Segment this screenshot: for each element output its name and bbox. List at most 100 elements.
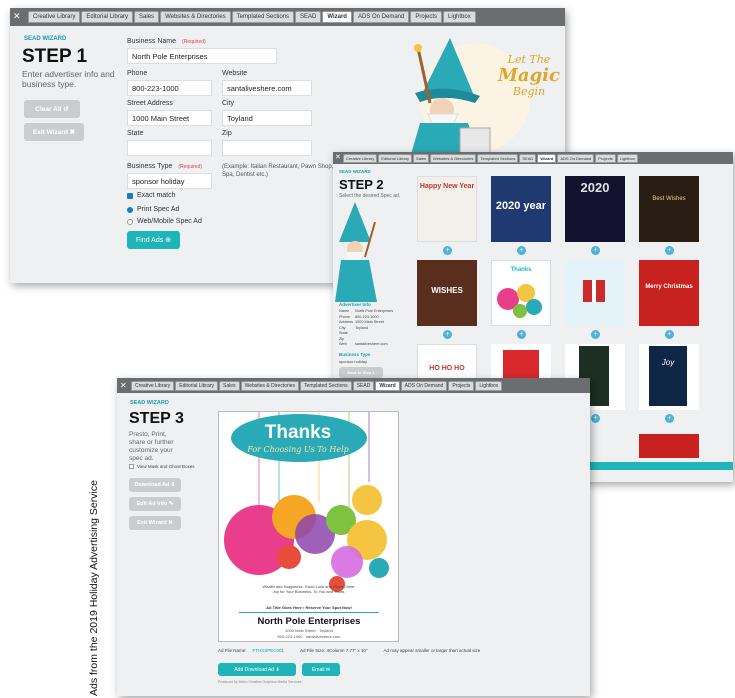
- ad-file-name-label: Ad File Name:: [218, 648, 247, 653]
- tab-sead[interactable]: SEAD: [352, 380, 375, 391]
- spec-ad-tile[interactable]: Thanks: [491, 260, 551, 326]
- state-label: State: [127, 130, 144, 137]
- zip-label: Zip: [222, 130, 232, 137]
- edit-ad-info-button[interactable]: Edit Ad Info ✎: [129, 497, 181, 511]
- web-spec-option[interactable]: Web/Mobile Spec Ad: [127, 218, 202, 225]
- advertiser-info-heading: Advertiser Info: [339, 302, 371, 307]
- tab-ads-on-demand[interactable]: ADS On Demand: [557, 153, 595, 163]
- tab-projects[interactable]: Projects: [410, 11, 443, 23]
- spec-ad-tile[interactable]: Happy New Year: [417, 176, 477, 242]
- city-field[interactable]: Toyland: [222, 110, 312, 126]
- exact-match-option[interactable]: Exact match: [127, 192, 176, 199]
- tab-websites-directories[interactable]: Websites & Directories: [160, 11, 231, 23]
- tab-lightbox[interactable]: Lightbox: [616, 153, 638, 163]
- add-tile-icon[interactable]: +: [591, 330, 600, 339]
- step-title: STEP 1: [22, 46, 88, 67]
- exit-wizard-button[interactable]: Exit Wizard ✖: [129, 516, 181, 530]
- find-ads-button[interactable]: Find Ads ⊕: [127, 231, 180, 249]
- flyer-script: For Choosing Us To Help: [247, 445, 349, 454]
- tab-sales[interactable]: Sales: [134, 11, 160, 23]
- add-tile-icon[interactable]: +: [665, 246, 674, 255]
- wizard-label: SEAD WIZARD: [130, 400, 169, 406]
- required-marker: (Required): [178, 164, 203, 170]
- zip-field[interactable]: [222, 140, 312, 156]
- clear-all-button[interactable]: Clear All ↺: [24, 100, 80, 118]
- spec-ad-tile[interactable]: Best Wishes: [639, 176, 699, 242]
- tab-creative-library[interactable]: Creative Library: [131, 380, 175, 391]
- checkbox-icon[interactable]: [127, 192, 133, 199]
- spec-ad-tile[interactable]: [639, 434, 699, 458]
- back-to-step1-button[interactable]: Back to Step 1: [339, 367, 383, 378]
- spec-ad-tile[interactable]: 2020 year: [491, 176, 551, 242]
- wizard-label: SEAD WIZARD: [339, 169, 371, 174]
- tab-sales[interactable]: Sales: [219, 380, 240, 391]
- step-help-text: Enter advertiser info and business type.: [22, 69, 115, 89]
- tab-lightbox[interactable]: Lightbox: [443, 11, 476, 23]
- tab-wizard[interactable]: Wizard: [537, 153, 557, 163]
- spec-ad-tile[interactable]: 2020: [565, 176, 625, 242]
- business-type-label: Business Type (Required): [127, 163, 202, 170]
- radio-icon[interactable]: [127, 218, 133, 225]
- ad-size-note: Ad may appear smaller or larger than act…: [383, 648, 481, 653]
- view-mask-option[interactable]: View Mask and Ghost Boxes: [129, 464, 194, 469]
- tab-lightbox[interactable]: Lightbox: [475, 380, 503, 391]
- tab-websites-directories[interactable]: Websites & Directories: [430, 153, 477, 163]
- email-button[interactable]: Email ✉: [302, 663, 340, 676]
- tab-ads-on-demand[interactable]: ADS On Demand: [352, 11, 410, 23]
- tab-editorial-library[interactable]: Editorial Library: [378, 153, 413, 163]
- spec-ad-tile[interactable]: [565, 260, 625, 326]
- add-tile-icon[interactable]: +: [591, 414, 600, 423]
- logo-icon: ✕: [13, 11, 21, 21]
- tab-templated-sections[interactable]: Templated Sections: [300, 380, 352, 391]
- spec-ad-tile[interactable]: WISHES: [417, 260, 477, 326]
- checkbox-icon[interactable]: [129, 464, 134, 469]
- download-ad-button[interactable]: Download Ad ⬇: [129, 478, 181, 492]
- website-label: Website: [222, 70, 248, 77]
- wizard-label: SEAD WIZARD: [24, 36, 67, 42]
- business-type-heading: Business Type: [339, 352, 371, 357]
- tab-ads-on-demand[interactable]: ADS On Demand: [400, 380, 448, 391]
- phone-field[interactable]: 800-223-1000: [127, 80, 212, 96]
- ad-file-info: Ad File Name: FTHXSPEC001 Ad File Size: …: [218, 648, 480, 653]
- tab-creative-library[interactable]: Creative Library: [343, 153, 378, 163]
- street-address-field[interactable]: 1000 Main Street: [127, 110, 212, 126]
- business-name-label-text: Business Name: [127, 38, 177, 45]
- tab-websites-directories[interactable]: Websites & Directories: [240, 380, 300, 391]
- tab-editorial-library[interactable]: Editorial Library: [81, 11, 134, 23]
- magic-line-3: Begin: [512, 85, 546, 98]
- state-field[interactable]: [127, 140, 212, 156]
- tab-templated-sections[interactable]: Templated Sections: [477, 153, 519, 163]
- radio-selected-icon[interactable]: [127, 206, 133, 213]
- magic-line-2: Magic: [498, 65, 560, 86]
- business-name-field[interactable]: North Pole Enterprises: [127, 48, 277, 64]
- tab-projects[interactable]: Projects: [448, 380, 475, 391]
- print-spec-option[interactable]: Print Spec Ad: [127, 206, 179, 213]
- spec-ad-tile[interactable]: Merry Christmas: [639, 260, 699, 326]
- exit-wizard-button[interactable]: Exit Wizard ✖: [24, 123, 84, 141]
- wizard-illustration: [335, 202, 377, 302]
- tab-creative-library[interactable]: Creative Library: [28, 11, 81, 23]
- add-tile-icon[interactable]: +: [591, 246, 600, 255]
- add-tile-icon[interactable]: +: [517, 246, 526, 255]
- tab-wizard[interactable]: Wizard: [322, 11, 352, 23]
- spec-ad-tile[interactable]: Joy: [639, 344, 699, 410]
- website-field[interactable]: santaliveshere.com: [222, 80, 312, 96]
- add-tile-icon[interactable]: +: [443, 246, 452, 255]
- tab-sales[interactable]: Sales: [413, 153, 430, 163]
- tab-sead[interactable]: SEAD: [295, 11, 322, 23]
- ad-file-name-value: FTHXSPEC001: [252, 648, 285, 653]
- step-title: STEP 3: [129, 410, 184, 427]
- tab-templated-sections[interactable]: Templated Sections: [231, 11, 295, 23]
- add-tile-icon[interactable]: +: [517, 330, 526, 339]
- tab-projects[interactable]: Projects: [595, 153, 616, 163]
- tab-sead[interactable]: SEAD: [519, 153, 537, 163]
- tab-editorial-library[interactable]: Editorial Library: [175, 380, 219, 391]
- tab-wizard[interactable]: Wizard: [375, 380, 400, 391]
- add-tile-icon[interactable]: +: [443, 330, 452, 339]
- add-download-ad-button[interactable]: Add Download Ad ⬇: [218, 663, 296, 676]
- add-tile-icon[interactable]: +: [665, 414, 674, 423]
- step-help-text: Presto, Print, share or further customiz…: [129, 431, 174, 462]
- magic-headline: Let The Magic Begin: [498, 52, 560, 100]
- business-type-field[interactable]: sponsor holiday: [127, 173, 212, 189]
- add-tile-icon[interactable]: +: [665, 330, 674, 339]
